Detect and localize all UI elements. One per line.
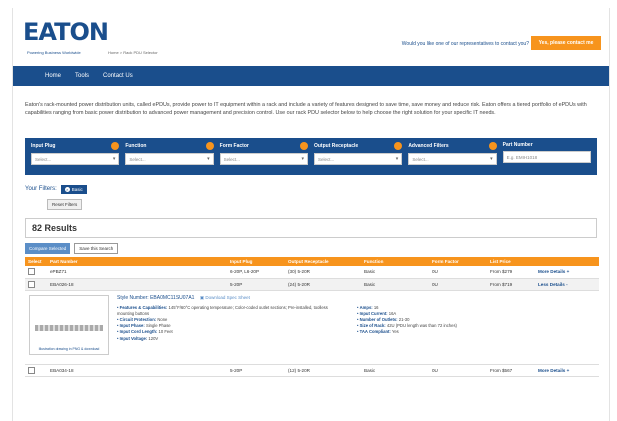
close-icon[interactable]: ×: [64, 186, 70, 192]
output-receptacle-select[interactable]: Select... ▾: [313, 153, 403, 165]
help-icon[interactable]: [299, 142, 308, 150]
spec-item: Input Voltage: 120V: [117, 336, 337, 342]
row-checkbox[interactable]: [28, 366, 35, 374]
pdu-illustration: [35, 325, 103, 331]
filter-label: Output Receptacle: [313, 143, 359, 149]
filter-bar: Input Plug Select... ▾ Function Select...…: [25, 138, 597, 175]
filter-output-receptacle: Output Receptacle Select... ▾: [313, 142, 403, 171]
eaton-logo[interactable]: EATON: [23, 18, 109, 46]
form-factor: 0U: [429, 364, 487, 377]
input-plug-select[interactable]: Select... ▾: [31, 153, 120, 165]
table-row: EBA034-18 5-20P (12) 5-20R Basic 0U From…: [25, 364, 599, 377]
form-factor-select[interactable]: Select... ▾: [219, 153, 308, 165]
row-checkbox[interactable]: [28, 280, 35, 288]
row-checkbox[interactable]: [28, 268, 35, 276]
list-price: From $567: [487, 364, 535, 377]
filter-label: Form Factor: [219, 143, 249, 149]
chevron-down-icon: ▾: [490, 156, 493, 162]
filter-label: Function: [125, 143, 147, 149]
spec-item: Features & Capabilities: 145°F/60°C oper…: [117, 305, 337, 317]
col-part-number[interactable]: Part Number: [47, 257, 227, 266]
page: EATON Powering Business Worldwide Home >…: [12, 8, 610, 421]
col-function[interactable]: Function: [361, 257, 429, 266]
form-factor: 0U: [429, 266, 487, 279]
help-icon[interactable]: [111, 142, 120, 150]
part-number-input[interactable]: E.g. EMIH1018: [502, 151, 591, 163]
input-plug: 5-20P: [227, 278, 285, 291]
filter-label: Part Number: [502, 142, 533, 148]
results-count: 82 Results: [25, 218, 597, 238]
table-header: Select Part Number Input Plug Output Rec…: [25, 257, 599, 266]
col-select: Select: [25, 257, 47, 266]
thumbnail-caption: Illustration drawing in PNG & download: [38, 347, 100, 351]
output-receptacle: (12) 5-20R: [285, 364, 361, 377]
spec-list-right: Amps: 16 Input Current: 16A Number of Ou…: [357, 305, 537, 342]
tagline: Powering Business Worldwide: [27, 50, 81, 55]
output-receptacle: (30) 5-20R: [285, 266, 361, 279]
help-icon[interactable]: [394, 142, 403, 150]
list-price: From $719: [487, 278, 535, 291]
nav-home[interactable]: Home: [45, 73, 61, 79]
col-output-receptacle[interactable]: Output Receptacle: [285, 257, 361, 266]
table-row: ePBZ71 6-20P, L6-20P (30) 5-20R Basic 0U…: [25, 266, 599, 279]
download-spec-sheet-link[interactable]: ▣ Download Spec Sheet: [200, 295, 250, 300]
result-actions: Compare Selected Save this Search: [25, 243, 597, 254]
function: Basic: [361, 278, 429, 291]
help-icon[interactable]: [205, 142, 214, 150]
filter-advanced: Advanced Filters Select... ▾: [408, 142, 497, 171]
filter-part-number: Part Number E.g. EMIH1018: [502, 142, 591, 171]
filter-label: Advanced Filters: [408, 143, 449, 149]
help-icon[interactable]: [488, 142, 497, 150]
filter-form-factor: Form Factor Select... ▾: [219, 142, 308, 171]
filter-function: Function Select... ▾: [125, 142, 214, 171]
intro-text: Eaton's rack-mounted power distribution …: [25, 102, 587, 116]
filter-input-plug: Input Plug Select... ▾: [31, 142, 120, 171]
save-search-button[interactable]: Save this Search: [74, 243, 119, 254]
chevron-down-icon: ▾: [207, 156, 210, 162]
chevron-down-icon: ▾: [301, 156, 304, 162]
input-plug: 6-20P, L6-20P: [227, 266, 285, 279]
results-table-continued: EBA034-18 5-20P (12) 5-20R Basic 0U From…: [25, 364, 599, 377]
col-input-plug[interactable]: Input Plug: [227, 257, 285, 266]
table-row: EBA026-18 5-20P (24) 5-20R Basic 0U From…: [25, 278, 599, 291]
col-form-factor[interactable]: Form Factor: [429, 257, 487, 266]
results-table: Select Part Number Input Plug Output Rec…: [25, 257, 599, 291]
part-number[interactable]: EBA034-18: [47, 364, 227, 377]
your-filters-label: Your Filters:: [25, 186, 57, 192]
function: Basic: [361, 364, 429, 377]
form-factor: 0U: [429, 278, 487, 291]
main-nav: Home Tools Contact Us: [13, 66, 609, 86]
chevron-down-icon: ▾: [112, 156, 116, 162]
breadcrumb: Home > Rack PDU Selector: [108, 50, 158, 55]
less-details-link[interactable]: Less Details -: [535, 278, 599, 291]
col-details: [535, 257, 599, 266]
col-list-price[interactable]: List Price: [487, 257, 535, 266]
function: Basic: [361, 266, 429, 279]
contact-question: Would you like one of our representative…: [401, 41, 529, 47]
nav-tools[interactable]: Tools: [75, 73, 89, 79]
header: EATON Powering Business Worldwide Home >…: [13, 8, 609, 66]
part-number[interactable]: EBA026-18: [47, 278, 227, 291]
contact-me-button[interactable]: Yes, please contact me: [531, 36, 601, 50]
advanced-filters-select[interactable]: Select... ▾: [408, 153, 497, 165]
filter-tag-basic[interactable]: × Basic: [60, 184, 87, 194]
more-details-link[interactable]: More Details +: [535, 266, 599, 279]
compare-selected-button[interactable]: Compare Selected: [25, 243, 71, 254]
your-filters: Your Filters: × Basic: [25, 182, 597, 196]
function-select[interactable]: Select... ▾: [125, 153, 214, 165]
list-price: From $279: [487, 266, 535, 279]
more-details-link[interactable]: More Details +: [535, 364, 599, 377]
input-plug: 5-20P: [227, 364, 285, 377]
spec-list-left: Features & Capabilities: 145°F/60°C oper…: [117, 305, 337, 342]
reset-filters-button[interactable]: Reset Filters: [47, 199, 83, 210]
spec-item: TAA Compliant: Yes: [357, 329, 537, 335]
output-receptacle: (24) 5-20R: [285, 278, 361, 291]
chevron-down-icon: ▾: [395, 156, 399, 162]
product-thumbnail[interactable]: Illustration drawing in PNG & download: [29, 294, 109, 355]
nav-contact-us[interactable]: Contact Us: [103, 73, 133, 79]
part-number[interactable]: ePBZ71: [47, 266, 227, 279]
product-detail-panel: Illustration drawing in PNG & download S…: [25, 291, 599, 365]
style-number: Style Number: EBA0MC11SU07A1: [117, 294, 195, 301]
filter-label: Input Plug: [31, 143, 56, 149]
